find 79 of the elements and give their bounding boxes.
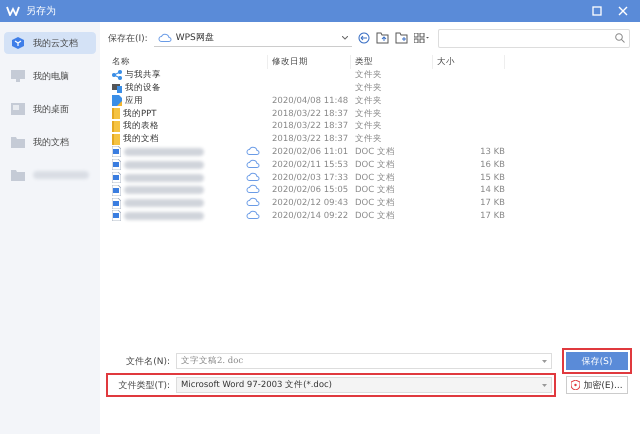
size-cell-text: 13 KB [479,146,505,157]
document-icon [112,198,121,209]
device-icon [112,82,122,93]
monitor-icon [11,70,25,82]
cloud-icon [158,33,172,42]
caret-icon [342,36,348,40]
type-cell-text: 文件夹 [354,69,383,82]
window-title: 另存为 [26,4,56,18]
date-cell-text: 2020/02/14 09:22 [271,210,350,221]
size-cell-text: 16 KB [479,160,505,170]
type-cell-text: 文件夹 [354,82,383,94]
size-cell-text: 17 KB [479,198,505,208]
size-cell-text: 14 KB [479,185,505,196]
type-cell-text: 文件夹 [354,94,383,107]
view-grid-icon[interactable] [414,33,429,43]
type-cell-text: 文件夹 [354,133,383,146]
location-dropdown[interactable]: WPS网盘 [154,30,352,46]
location-label: 保存在(I): [108,32,148,44]
search-icon [615,33,625,43]
date-cell-text: 2018/03/22 18:37 [271,121,350,132]
back-icon[interactable] [358,32,370,44]
size-cell-text: 15 KB [479,172,505,183]
document-icon [112,159,121,170]
search-field[interactable] [438,28,630,48]
column-header[interactable]: 大小 [433,55,505,70]
type-cell-text: DOC 文档 [354,158,396,171]
column-header[interactable]: 修改日期 [268,55,351,70]
maximize-icon[interactable] [592,6,602,16]
new-folder-icon[interactable] [394,32,408,44]
close-icon[interactable] [618,6,628,16]
file-type-dropdown[interactable]: Microsoft Word 97-2003 文件(*.doc) [176,377,552,393]
file-name[interactable]: 应用 [108,94,246,107]
folder-icon [112,134,120,145]
type-cell-text: 文件夹 [354,108,383,120]
encrypt-button[interactable]: 加密(E)... [566,376,628,394]
file-name[interactable]: 我的设备 [108,82,246,94]
desktop-icon [11,103,25,115]
date-cell-text: 2020/02/11 15:53 [271,160,350,170]
date-cell-text: 2020/02/03 17:33 [271,172,350,183]
file-name-field[interactable]: 文字文稿2. doc [176,353,552,369]
cube-icon [11,36,25,50]
date-cell-text: 2018/03/22 18:37 [271,134,350,144]
sidebar-item[interactable]: 我的文档 [4,131,96,153]
logo-icon [6,6,20,16]
folder-icon [11,136,25,148]
file-name[interactable]: 我的文档 [108,133,246,146]
file-name-label: 文件名(N): [125,356,171,368]
file-icon [112,95,122,106]
column-header[interactable]: 名称 [108,55,268,70]
date-cell-text: 2020/04/08 11:48 [271,96,350,106]
document-icon [112,146,121,158]
date-cell-text: 2020/02/06 11:01 [271,146,350,157]
type-cell-text: DOC 文档 [354,184,396,196]
date-cell-text: 2020/02/12 09:43 [271,198,350,208]
file-name[interactable]: 我的PPT [108,108,246,120]
type-cell-text: DOC 文档 [354,210,396,222]
folder-up-icon[interactable] [376,32,389,44]
type-cell-text: DOC 文档 [354,197,396,210]
file-name[interactable]: 与我共享 [108,69,246,82]
type-cell-text: 文件夹 [354,120,383,132]
shield-icon [571,380,580,390]
column-header[interactable]: 类型 [351,55,433,70]
file-name[interactable]: 我的表格 [108,120,246,132]
caret-icon [542,360,547,362]
document-icon [112,172,121,184]
file-type-label: 文件类型(T): [117,380,171,392]
size-cell-text: 17 KB [479,210,505,221]
type-cell-text: DOC 文档 [354,146,396,158]
sidebar-item[interactable]: 我的云文档 [4,32,96,54]
sidebar-item[interactable]: 我的桌面 [4,98,96,120]
document-icon [112,210,121,222]
folder-icon [11,169,25,181]
caret-icon [542,384,547,386]
sidebar-item[interactable]: 我的电脑 [4,65,96,87]
type-cell-text: DOC 文档 [354,172,396,184]
date-cell-text: 2018/03/22 18:37 [271,108,350,119]
share-icon [112,70,122,80]
document-icon [112,184,121,196]
date-cell-text: 2020/02/06 15:05 [271,185,350,196]
